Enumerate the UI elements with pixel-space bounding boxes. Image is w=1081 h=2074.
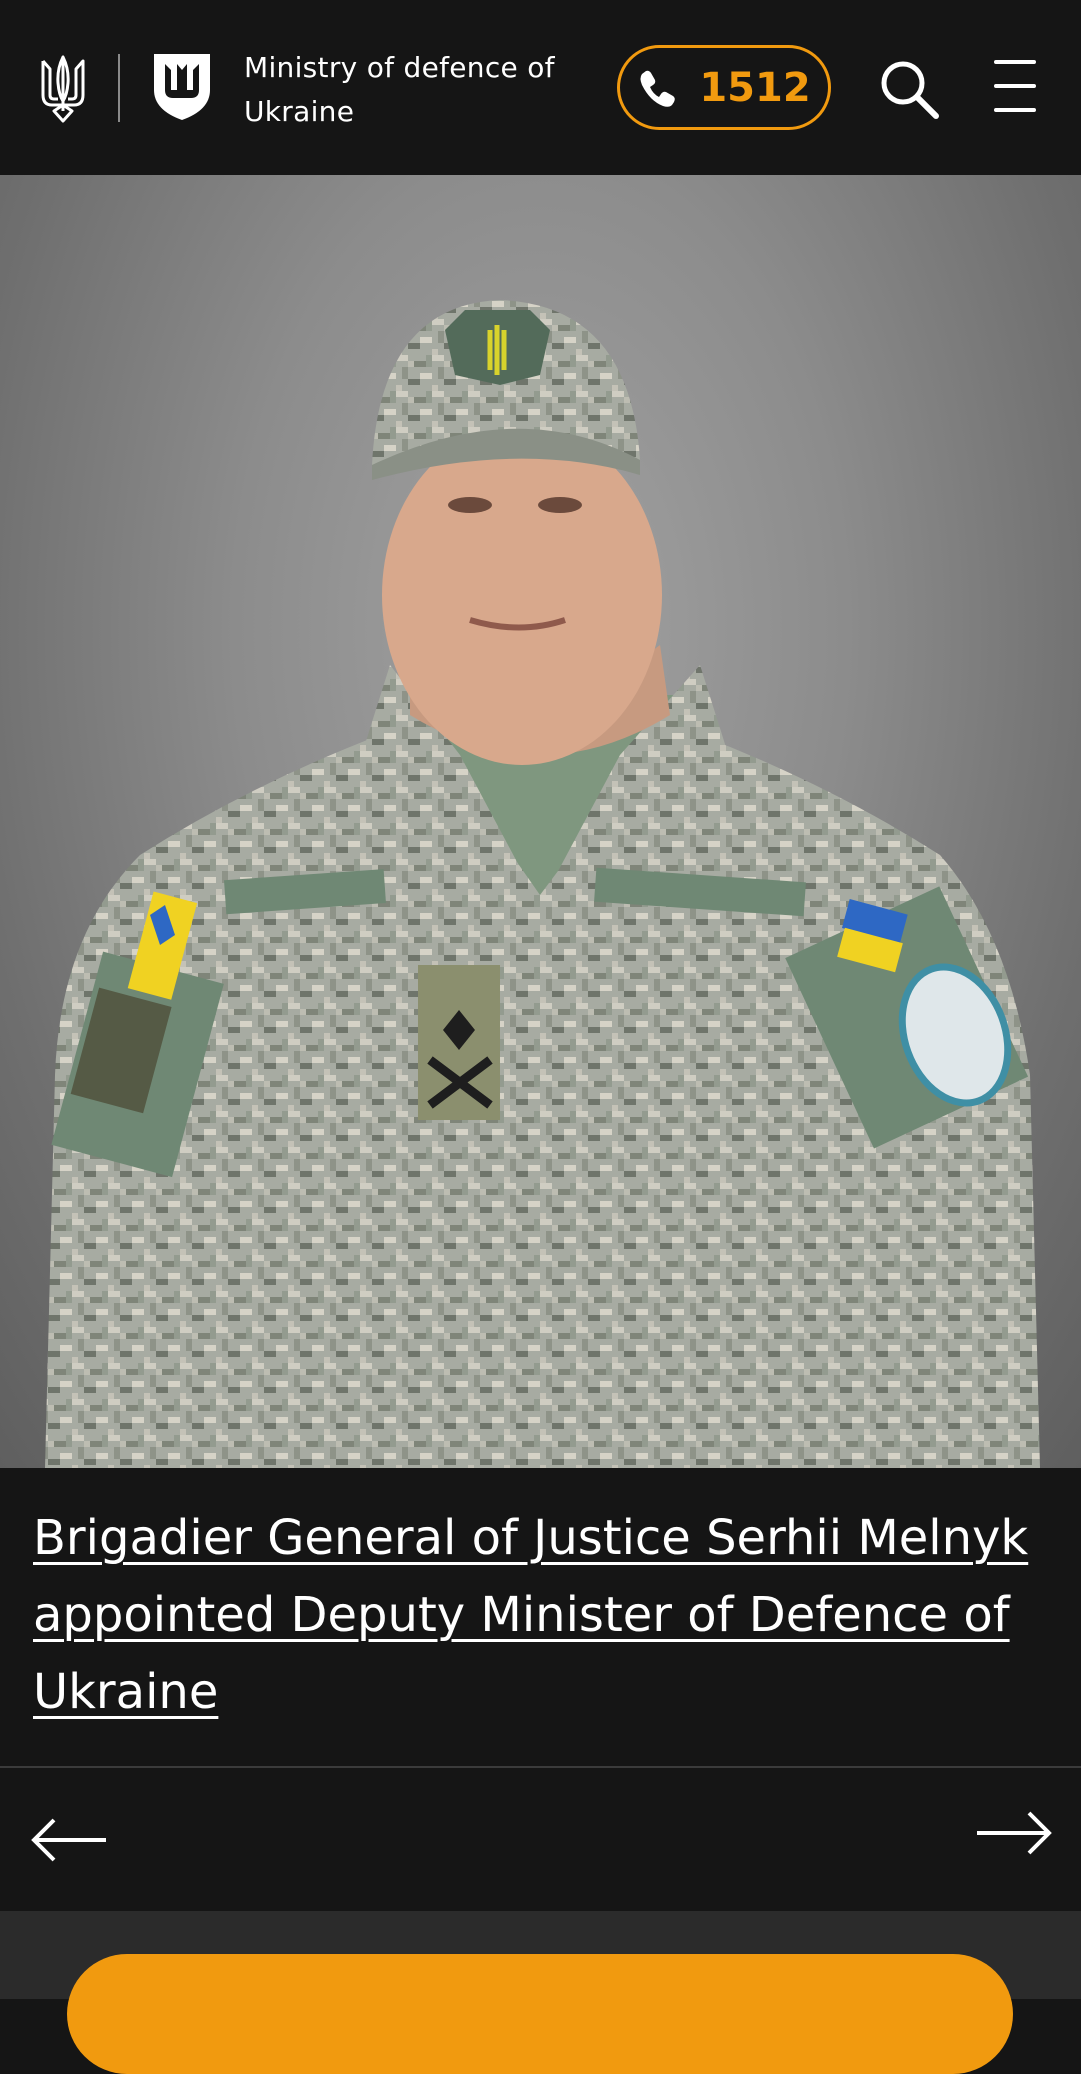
hotline-number: 1512 <box>699 64 811 111</box>
carousel-nav <box>0 1768 1081 1911</box>
officer-portrait <box>45 300 1040 1468</box>
header-divider <box>118 54 120 122</box>
search-icon[interactable] <box>878 58 940 120</box>
hotline-button[interactable]: 1512 <box>617 45 831 130</box>
site-header: Ministry of defence of Ukraine 1512 <box>0 0 1081 175</box>
menu-bar <box>994 108 1036 112</box>
arrow-right-icon[interactable] <box>973 1808 1053 1858</box>
menu-icon[interactable] <box>994 60 1040 116</box>
trident-icon[interactable] <box>40 55 86 123</box>
menu-bar <box>994 60 1036 64</box>
menu-bar <box>994 84 1036 88</box>
article-title-link[interactable]: Brigadier General of Justice Serhii Meln… <box>33 1500 1043 1731</box>
phone-icon <box>640 70 676 107</box>
ministry-title[interactable]: Ministry of defence of Ukraine <box>244 46 584 134</box>
orange-action-button[interactable] <box>67 1954 1013 2074</box>
hero-photo[interactable] <box>0 175 1081 1468</box>
ministry-emblem-icon[interactable] <box>152 52 212 122</box>
arrow-left-icon[interactable] <box>30 1815 110 1865</box>
